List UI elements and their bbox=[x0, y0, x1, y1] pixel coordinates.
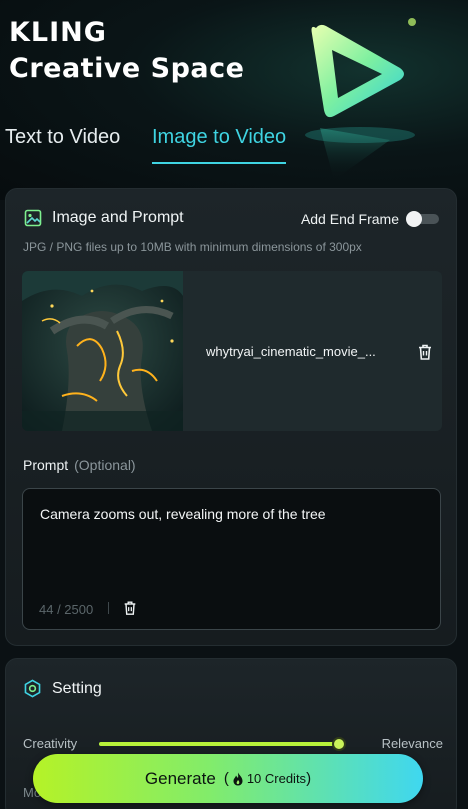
trash-icon[interactable] bbox=[416, 343, 434, 361]
credits-value: 10 Credits bbox=[246, 771, 307, 786]
credits-paren-open: ( bbox=[223, 770, 229, 787]
image-icon bbox=[24, 209, 42, 227]
settings-title: Setting bbox=[52, 679, 102, 697]
prompt-optional: (Optional) bbox=[74, 457, 136, 473]
char-counter: 44 / 2500 bbox=[39, 602, 94, 617]
flame-icon bbox=[233, 772, 243, 785]
slider-left-label: Creativity bbox=[23, 736, 78, 751]
tab-image-to-video[interactable]: Image to Video bbox=[152, 126, 286, 149]
end-frame-toggle[interactable] bbox=[406, 211, 439, 227]
image-thumbnail bbox=[22, 271, 183, 431]
counter-divider bbox=[108, 602, 109, 614]
file-name: whytryai_cinematic_movie_... bbox=[206, 344, 376, 359]
brand-line2: Creative Space bbox=[9, 53, 245, 84]
prompt-value: Camera zooms out, revealing more of the … bbox=[40, 506, 326, 522]
end-frame-control: Add End Frame bbox=[301, 211, 439, 227]
image-prompt-header: Image and Prompt bbox=[24, 209, 184, 227]
tab-text-to-video[interactable]: Text to Video bbox=[5, 126, 120, 149]
brand-title: KLING Creative Space bbox=[9, 16, 244, 88]
image-prompt-title: Image and Prompt bbox=[52, 209, 184, 226]
active-tab-indicator bbox=[152, 162, 286, 164]
generate-label: Generate bbox=[144, 768, 216, 788]
slider-fill bbox=[99, 742, 339, 746]
slider-knob[interactable] bbox=[332, 737, 346, 751]
hero-banner: KLING Creative Space Text to Video Image… bbox=[0, 0, 468, 200]
credits-paren-close: ) bbox=[306, 770, 312, 787]
slider-right-label: Relevance bbox=[381, 736, 443, 751]
toggle-knob bbox=[406, 211, 422, 227]
end-frame-label: Add End Frame bbox=[300, 211, 399, 227]
creativity-slider[interactable] bbox=[99, 737, 346, 751]
image-prompt-card: Image and Prompt Add End Frame JPG / PNG… bbox=[5, 188, 457, 646]
prompt-label-text: Prompt bbox=[23, 457, 69, 473]
clear-prompt-icon[interactable] bbox=[122, 600, 138, 616]
prompt-textarea[interactable]: Camera zooms out, revealing more of the … bbox=[22, 488, 441, 630]
uploaded-image[interactable]: whytryai_cinematic_movie_... bbox=[22, 271, 442, 431]
settings-header: Setting bbox=[23, 679, 102, 698]
brand-line1: KLING bbox=[9, 17, 107, 48]
mode-tabs: Text to Video Image to Video bbox=[0, 118, 468, 168]
credits-badge: ( 10 Credits ) bbox=[224, 770, 311, 787]
prompt-label: Prompt (Optional) bbox=[23, 457, 136, 473]
upload-hint: JPG / PNG files up to 10MB with minimum … bbox=[23, 240, 362, 254]
creativity-slider-row: Creativity Relevance bbox=[23, 736, 443, 756]
generate-button[interactable]: Generate ( 10 Credits ) bbox=[33, 754, 423, 803]
hexagon-settings-icon bbox=[24, 679, 41, 698]
